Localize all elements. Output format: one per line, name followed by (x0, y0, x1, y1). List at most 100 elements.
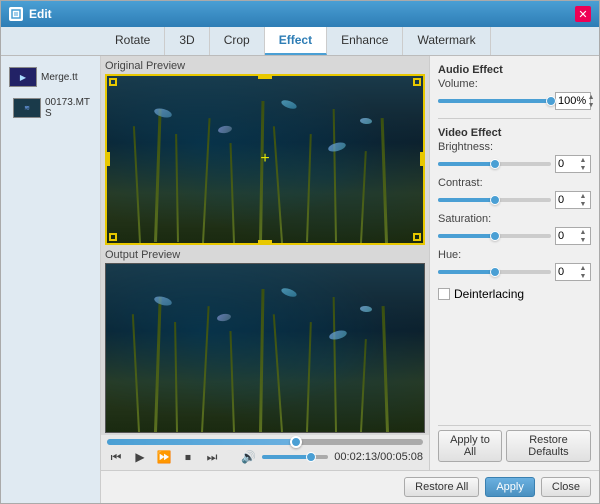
audio-effect-label: Audio Effect (438, 64, 591, 76)
saturation-value: 0 (558, 230, 564, 242)
brightness-slider-row: 0 ▲ ▼ (438, 155, 591, 173)
crosshair-marker: + (260, 150, 269, 168)
close-icon[interactable]: ✕ (575, 6, 591, 22)
edit-window: Edit ✕ Rotate 3D Crop Effect Enhance Wat… (0, 0, 600, 504)
crop-handle-br[interactable] (413, 233, 421, 241)
progress-track[interactable] (107, 439, 423, 445)
stop-button[interactable]: ⏹ (179, 448, 197, 466)
crop-handle-top[interactable] (258, 74, 272, 79)
crop-handle-tl[interactable] (109, 78, 117, 86)
restore-all-button[interactable]: Restore All (404, 477, 479, 497)
apply-button[interactable]: Apply (485, 477, 535, 497)
tab-rotate[interactable]: Rotate (101, 27, 165, 55)
crop-handle-bottom[interactable] (258, 240, 272, 245)
volume-slider[interactable] (262, 455, 328, 459)
merge-thumb: ▶ (9, 67, 37, 87)
transport-controls: ⏮ ▶ ⏩ ⏹ ⏭ 🔊 00:02:13/00:05:08 (107, 448, 423, 466)
original-preview-video: + (105, 74, 425, 245)
video-area: Original Preview (101, 56, 429, 470)
tab-enhance[interactable]: Enhance (327, 27, 403, 55)
volume-icon: 🔊 (241, 450, 256, 464)
volume-down-arrow[interactable]: ▼ (586, 101, 596, 109)
skip-end-button[interactable]: ⏭ (203, 448, 221, 466)
saturation-track[interactable] (438, 234, 551, 238)
saturation-label: Saturation: (438, 213, 591, 225)
hue-up[interactable]: ▲ (578, 264, 588, 272)
hue-slider-row: 0 ▲ ▼ (438, 263, 591, 281)
output-preview-section: Output Preview (101, 247, 429, 436)
original-preview-section: Original Preview (101, 56, 429, 247)
output-video-background (106, 264, 424, 433)
close-button[interactable]: Close (541, 477, 591, 497)
hue-down[interactable]: ▼ (578, 272, 588, 280)
merge-label: Merge.tt (41, 72, 78, 83)
brightness-value: 0 (558, 158, 564, 170)
file-thumb: ≋ (13, 98, 41, 118)
main-content: ▶ Merge.tt ≋ 00173.MTS (1, 56, 599, 503)
output-fish-overlay (106, 264, 424, 433)
tab-watermark[interactable]: Watermark (403, 27, 490, 55)
crop-handle-tr[interactable] (413, 78, 421, 86)
window-title: Edit (29, 7, 575, 21)
contrast-up[interactable]: ▲ (578, 192, 588, 200)
contrast-down[interactable]: ▼ (578, 200, 588, 208)
contrast-spinbox[interactable]: 0 ▲ ▼ (555, 191, 591, 209)
crop-handle-right[interactable] (420, 152, 425, 166)
right-action-row: Apply to All Restore Defaults (438, 425, 591, 462)
deinterlacing-row: Deinterlacing (438, 287, 591, 301)
contrast-track[interactable] (438, 198, 551, 202)
bottom-buttons-bar: Restore All Apply Close (101, 470, 599, 503)
saturation-spinbox[interactable]: 0 ▲ ▼ (555, 227, 591, 245)
tab-3d[interactable]: 3D (165, 27, 209, 55)
audio-effect-section: Audio Effect Volume: 100% ▲ (438, 64, 591, 110)
fast-forward-button[interactable]: ⏩ (155, 448, 173, 466)
volume-spinbox[interactable]: 100% ▲ ▼ (555, 92, 591, 110)
brightness-up[interactable]: ▲ (578, 156, 588, 164)
volume-label: Volume: (438, 78, 591, 90)
contrast-label: Contrast: (438, 177, 591, 189)
apply-to-all-button[interactable]: Apply to All (438, 430, 502, 462)
saturation-up[interactable]: ▲ (578, 228, 588, 236)
file-item[interactable]: ≋ 00173.MTS (5, 94, 96, 122)
volume-spin-arrows: ▲ ▼ (586, 93, 596, 109)
hue-spinbox[interactable]: 0 ▲ ▼ (555, 263, 591, 281)
output-preview-video (105, 263, 425, 434)
crop-handle-bl[interactable] (109, 233, 117, 241)
volume-slider-row: 100% ▲ ▼ (438, 92, 591, 110)
contrast-spin-arrows: ▲ ▼ (578, 192, 588, 208)
brightness-label: Brightness: (438, 141, 591, 153)
merge-item[interactable]: ▶ Merge.tt (5, 64, 96, 90)
brightness-spin-arrows: ▲ ▼ (578, 156, 588, 172)
tab-effect[interactable]: Effect (265, 27, 327, 55)
progress-fill (107, 439, 297, 445)
right-effects-panel: Audio Effect Volume: 100% ▲ (429, 56, 599, 470)
play-button[interactable]: ▶ (131, 448, 149, 466)
output-preview-label: Output Preview (105, 249, 425, 261)
original-preview-label: Original Preview (105, 60, 425, 72)
tab-crop[interactable]: Crop (210, 27, 265, 55)
file-name-label: 00173.MTS (45, 97, 92, 119)
transport-bar: ⏮ ▶ ⏩ ⏹ ⏭ 🔊 00:02:13/00:05:08 (101, 435, 429, 470)
tabs-bar: Rotate 3D Crop Effect Enhance Watermark (1, 27, 599, 56)
section-divider (438, 118, 591, 119)
contrast-slider-row: 0 ▲ ▼ (438, 191, 591, 209)
volume-value: 100% (558, 95, 586, 107)
deinterlacing-checkbox[interactable] (438, 288, 450, 300)
title-bar: Edit ✕ (1, 1, 599, 27)
file-sidebar: ▶ Merge.tt ≋ 00173.MTS (1, 56, 101, 503)
volume-up-arrow[interactable]: ▲ (586, 93, 596, 101)
restore-defaults-button[interactable]: Restore Defaults (506, 430, 591, 462)
video-effect-label: Video Effect (438, 127, 591, 139)
saturation-down[interactable]: ▼ (578, 236, 588, 244)
hue-value: 0 (558, 266, 564, 278)
brightness-spinbox[interactable]: 0 ▲ ▼ (555, 155, 591, 173)
skip-start-button[interactable]: ⏮ (107, 448, 125, 466)
volume-track[interactable] (438, 99, 551, 103)
crop-handle-left[interactable] (105, 152, 110, 166)
saturation-slider-row: 0 ▲ ▼ (438, 227, 591, 245)
hue-spin-arrows: ▲ ▼ (578, 264, 588, 280)
hue-track[interactable] (438, 270, 551, 274)
brightness-down[interactable]: ▼ (578, 164, 588, 172)
progress-thumb[interactable] (290, 436, 302, 448)
brightness-track[interactable] (438, 162, 551, 166)
